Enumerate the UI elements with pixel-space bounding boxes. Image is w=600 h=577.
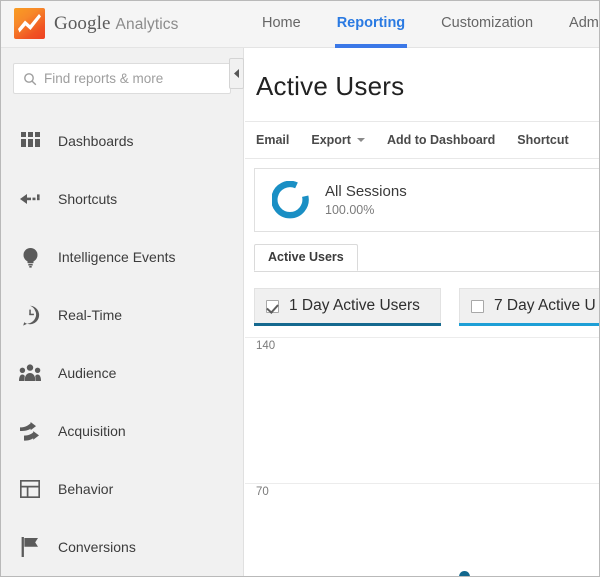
- sidebar-item-shortcuts[interactable]: Shortcuts: [1, 170, 243, 228]
- email-button-label: Email: [256, 133, 290, 147]
- report-toolbar: Email Export Add to Dashboard Shortcut: [245, 121, 599, 159]
- metric-selector-group: 1 Day Active Users 7 Day Active U: [254, 288, 599, 326]
- main-navigation: Home Reporting Customization Admin: [244, 1, 599, 48]
- people-icon: [15, 364, 45, 382]
- nav-tab-home[interactable]: Home: [244, 1, 319, 48]
- shortcut-button-label: Shortcut: [517, 133, 569, 147]
- chart-gridline-140: [245, 337, 599, 338]
- y-axis-tick-140: 140: [256, 340, 276, 352]
- email-button[interactable]: Email: [256, 133, 289, 147]
- tab-active-users[interactable]: Active Users: [254, 244, 358, 271]
- metric-1-day-active-users[interactable]: 1 Day Active Users: [254, 288, 441, 326]
- brand-wordmark: Google Analytics: [54, 13, 178, 35]
- chevron-down-icon: [356, 138, 365, 142]
- checkbox-unchecked-icon[interactable]: [471, 299, 484, 313]
- google-analytics-window: Google Analytics Home Reporting Customiza…: [0, 0, 600, 577]
- sidebar-item-real-time[interactable]: Real-Time: [1, 286, 243, 344]
- arrow-left-dashed-icon: [15, 192, 45, 206]
- chevron-left-icon: [233, 65, 240, 83]
- nav-tab-customization[interactable]: Customization: [423, 1, 551, 48]
- metric-underline: [254, 323, 441, 326]
- segment-bar[interactable]: All Sessions 100.00%: [254, 168, 599, 232]
- metric-7-day-active-users[interactable]: 7 Day Active U: [459, 288, 599, 326]
- google-analytics-logo-icon: [14, 8, 45, 39]
- nav-tab-reporting[interactable]: Reporting: [319, 1, 423, 48]
- sidebar-item-label: Behavior: [58, 481, 114, 497]
- flag-icon: [15, 537, 45, 557]
- clock-speech-icon: [15, 305, 45, 326]
- sidebar-item-audience[interactable]: Audience: [1, 344, 243, 402]
- left-sidebar: Dashboards Shortcuts: [1, 48, 244, 576]
- main-content-panel: Active Users Email Export Add to Dashboa…: [245, 48, 599, 576]
- sidebar-item-dashboards[interactable]: Dashboards: [1, 112, 243, 170]
- metric-label: 1 Day Active Users: [289, 297, 420, 314]
- page-title: Active Users: [256, 71, 405, 101]
- sidebar-item-label: Conversions: [58, 539, 136, 555]
- layout-panels-icon: [15, 480, 45, 498]
- segment-name: All Sessions: [325, 183, 407, 200]
- lightbulb-icon: [15, 247, 45, 268]
- sidebar-item-label: Intelligence Events: [58, 249, 176, 265]
- sidebar-nav-list: Dashboards Shortcuts Intelligence Events…: [1, 112, 243, 576]
- search-input[interactable]: [37, 71, 230, 86]
- sidebar-item-label: Audience: [58, 365, 117, 381]
- export-button-label: Export: [311, 133, 351, 147]
- sidebar-item-label: Dashboards: [58, 133, 134, 149]
- search-container: [1, 48, 243, 104]
- checkbox-checked-icon[interactable]: [266, 299, 279, 313]
- sidebar-item-conversions[interactable]: Conversions: [1, 518, 243, 576]
- segment-percent: 100.00%: [325, 203, 375, 217]
- chart-data-point[interactable]: [459, 571, 470, 576]
- search-icon: [23, 72, 37, 86]
- segment-donut-icon: [271, 180, 310, 219]
- add-to-dashboard-button[interactable]: Add to Dashboard: [387, 133, 495, 147]
- nav-tab-admin[interactable]: Admin: [551, 1, 599, 48]
- brand-analytics: Analytics: [115, 15, 179, 33]
- shortcut-button[interactable]: Shortcut: [517, 133, 568, 147]
- sidebar-item-acquisition[interactable]: Acquisition: [1, 402, 243, 460]
- sidebar-item-label: Shortcuts: [58, 191, 118, 207]
- sidebar-item-label: Acquisition: [58, 423, 126, 439]
- top-header-bar: Google Analytics Home Reporting Customiza…: [1, 1, 599, 48]
- sidebar-collapse-button[interactable]: [229, 58, 244, 89]
- segment-text: All Sessions 100.00%: [325, 183, 407, 217]
- arrows-merge-icon: [15, 421, 45, 441]
- active-users-line-chart[interactable]: 140 70: [245, 337, 599, 576]
- sidebar-item-behavior[interactable]: Behavior: [1, 460, 243, 518]
- brand-google: Google: [54, 12, 111, 34]
- chart-gridline-70: [245, 483, 599, 484]
- report-tabstrip: Active Users: [254, 244, 599, 272]
- search-box[interactable]: [13, 63, 231, 94]
- grid-icon: [15, 131, 45, 151]
- metric-underline: [459, 323, 599, 326]
- sidebar-item-label: Real-Time: [58, 307, 123, 323]
- export-button[interactable]: Export: [311, 133, 365, 147]
- sidebar-item-intelligence-events[interactable]: Intelligence Events: [1, 228, 243, 286]
- add-to-dashboard-label: Add to Dashboard: [386, 133, 496, 147]
- y-axis-tick-70: 70: [256, 486, 269, 498]
- brand-logo-group[interactable]: Google Analytics: [14, 8, 178, 39]
- metric-label: 7 Day Active U: [494, 297, 596, 314]
